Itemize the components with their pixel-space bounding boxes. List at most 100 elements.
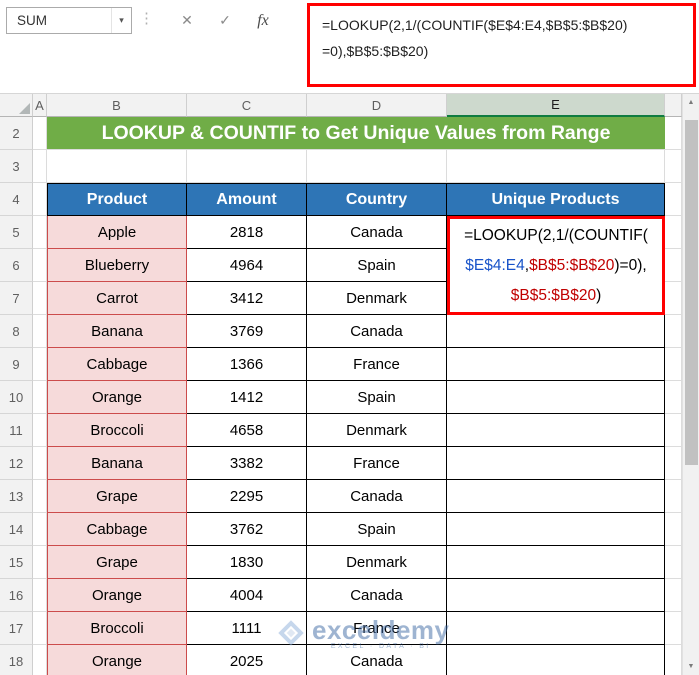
amount-cell-C6[interactable]: 4964 xyxy=(187,249,307,282)
name-box[interactable]: SUM ▾ xyxy=(6,7,132,34)
cell-A14[interactable] xyxy=(33,513,47,546)
cell-E3[interactable] xyxy=(447,150,665,183)
cell-A6[interactable] xyxy=(33,249,47,282)
cell-partial-13[interactable] xyxy=(665,480,682,513)
product-cell-B10[interactable]: Orange xyxy=(47,381,187,414)
cell-partial-15[interactable] xyxy=(665,546,682,579)
country-cell-D11[interactable]: Denmark xyxy=(307,414,447,447)
scroll-down-button[interactable]: ▼ xyxy=(683,658,699,675)
enter-button[interactable]: ✓ xyxy=(206,12,244,29)
row-header-12[interactable]: 12 xyxy=(0,447,33,480)
table-header-product[interactable]: Product xyxy=(47,183,187,216)
row-header-3[interactable]: 3 xyxy=(0,150,33,183)
cell-A2[interactable] xyxy=(33,117,47,150)
active-cell-formula[interactable]: =LOOKUP(2,1/(COUNTIF($E$4:E4,$B$5:$B$20)… xyxy=(450,219,662,312)
table-header-amount[interactable]: Amount xyxy=(187,183,307,216)
cell-A17[interactable] xyxy=(33,612,47,645)
amount-cell-C14[interactable]: 3762 xyxy=(187,513,307,546)
amount-cell-C16[interactable]: 4004 xyxy=(187,579,307,612)
unique-cell-E11[interactable] xyxy=(447,414,665,447)
cell-partial-6[interactable] xyxy=(665,249,682,282)
scrollbar-thumb[interactable] xyxy=(685,120,698,465)
scroll-up-button[interactable]: ▲ xyxy=(683,94,699,111)
product-cell-B9[interactable]: Cabbage xyxy=(47,348,187,381)
product-cell-B17[interactable]: Broccoli xyxy=(47,612,187,645)
amount-cell-C17[interactable]: 1111 xyxy=(187,612,307,645)
insert-function-button[interactable]: fx xyxy=(244,12,282,30)
cell-partial-17[interactable] xyxy=(665,612,682,645)
row-header-6[interactable]: 6 xyxy=(0,249,33,282)
product-cell-B18[interactable]: Orange xyxy=(47,645,187,675)
country-cell-D18[interactable]: Canada xyxy=(307,645,447,675)
column-header-A[interactable]: A xyxy=(33,94,47,117)
cell-partial-4[interactable] xyxy=(665,183,682,216)
cell-A5[interactable] xyxy=(33,216,47,249)
row-header-10[interactable]: 10 xyxy=(0,381,33,414)
row-header-4[interactable]: 4 xyxy=(0,183,33,216)
cell-D3[interactable] xyxy=(307,150,447,183)
country-cell-D13[interactable]: Canada xyxy=(307,480,447,513)
country-cell-D12[interactable]: France xyxy=(307,447,447,480)
cell-A18[interactable] xyxy=(33,645,47,675)
product-cell-B6[interactable]: Blueberry xyxy=(47,249,187,282)
row-header-16[interactable]: 16 xyxy=(0,579,33,612)
cell-A11[interactable] xyxy=(33,414,47,447)
cell-A13[interactable] xyxy=(33,480,47,513)
row-header-18[interactable]: 18 xyxy=(0,645,33,675)
cancel-button[interactable]: ✕ xyxy=(168,12,206,29)
cell-partial-11[interactable] xyxy=(665,414,682,447)
cell-partial-18[interactable] xyxy=(665,645,682,675)
product-cell-B14[interactable]: Cabbage xyxy=(47,513,187,546)
cell-partial-16[interactable] xyxy=(665,579,682,612)
row-header-5[interactable]: 5 xyxy=(0,216,33,249)
vertical-scrollbar[interactable]: ▲ ▼ xyxy=(682,94,699,675)
product-cell-B8[interactable]: Banana xyxy=(47,315,187,348)
column-header-D[interactable]: D xyxy=(307,94,447,117)
cell-partial-2[interactable] xyxy=(665,117,682,150)
cell-partial-7[interactable] xyxy=(665,282,682,315)
amount-cell-C5[interactable]: 2818 xyxy=(187,216,307,249)
cell-partial-12[interactable] xyxy=(665,447,682,480)
country-cell-D7[interactable]: Denmark xyxy=(307,282,447,315)
row-header-7[interactable]: 7 xyxy=(0,282,33,315)
amount-cell-C13[interactable]: 2295 xyxy=(187,480,307,513)
cell-A16[interactable] xyxy=(33,579,47,612)
column-header-partial[interactable] xyxy=(665,94,682,117)
cell-partial-3[interactable] xyxy=(665,150,682,183)
row-header-8[interactable]: 8 xyxy=(0,315,33,348)
product-cell-B16[interactable]: Orange xyxy=(47,579,187,612)
unique-cell-E16[interactable] xyxy=(447,579,665,612)
unique-cell-E12[interactable] xyxy=(447,447,665,480)
country-cell-D16[interactable]: Canada xyxy=(307,579,447,612)
formula-input[interactable]: =LOOKUP(2,1/(COUNTIF($E$4:E4,$B$5:$B$20)… xyxy=(307,3,696,87)
cell-partial-8[interactable] xyxy=(665,315,682,348)
unique-cell-E8[interactable] xyxy=(447,315,665,348)
amount-cell-C10[interactable]: 1412 xyxy=(187,381,307,414)
cell-A12[interactable] xyxy=(33,447,47,480)
unique-cell-E13[interactable] xyxy=(447,480,665,513)
cell-A4[interactable] xyxy=(33,183,47,216)
cell-B3[interactable] xyxy=(47,150,187,183)
row-header-2[interactable]: 2 xyxy=(0,117,33,150)
country-cell-D5[interactable]: Canada xyxy=(307,216,447,249)
title-banner[interactable]: LOOKUP & COUNTIF to Get Unique Values fr… xyxy=(47,117,665,150)
country-cell-D14[interactable]: Spain xyxy=(307,513,447,546)
unique-cell-E10[interactable] xyxy=(447,381,665,414)
country-cell-D8[interactable]: Canada xyxy=(307,315,447,348)
column-header-B[interactable]: B xyxy=(47,94,187,117)
unique-cell-E9[interactable] xyxy=(447,348,665,381)
product-cell-B11[interactable]: Broccoli xyxy=(47,414,187,447)
row-header-9[interactable]: 9 xyxy=(0,348,33,381)
table-header-unique-products[interactable]: Unique Products xyxy=(447,183,665,216)
cell-partial-14[interactable] xyxy=(665,513,682,546)
row-header-14[interactable]: 14 xyxy=(0,513,33,546)
amount-cell-C7[interactable]: 3412 xyxy=(187,282,307,315)
unique-cell-E17[interactable] xyxy=(447,612,665,645)
amount-cell-C8[interactable]: 3769 xyxy=(187,315,307,348)
select-all-corner[interactable] xyxy=(0,94,33,117)
product-cell-B7[interactable]: Carrot xyxy=(47,282,187,315)
row-header-17[interactable]: 17 xyxy=(0,612,33,645)
country-cell-D6[interactable]: Spain xyxy=(307,249,447,282)
country-cell-D17[interactable]: France xyxy=(307,612,447,645)
cell-partial-5[interactable] xyxy=(665,216,682,249)
